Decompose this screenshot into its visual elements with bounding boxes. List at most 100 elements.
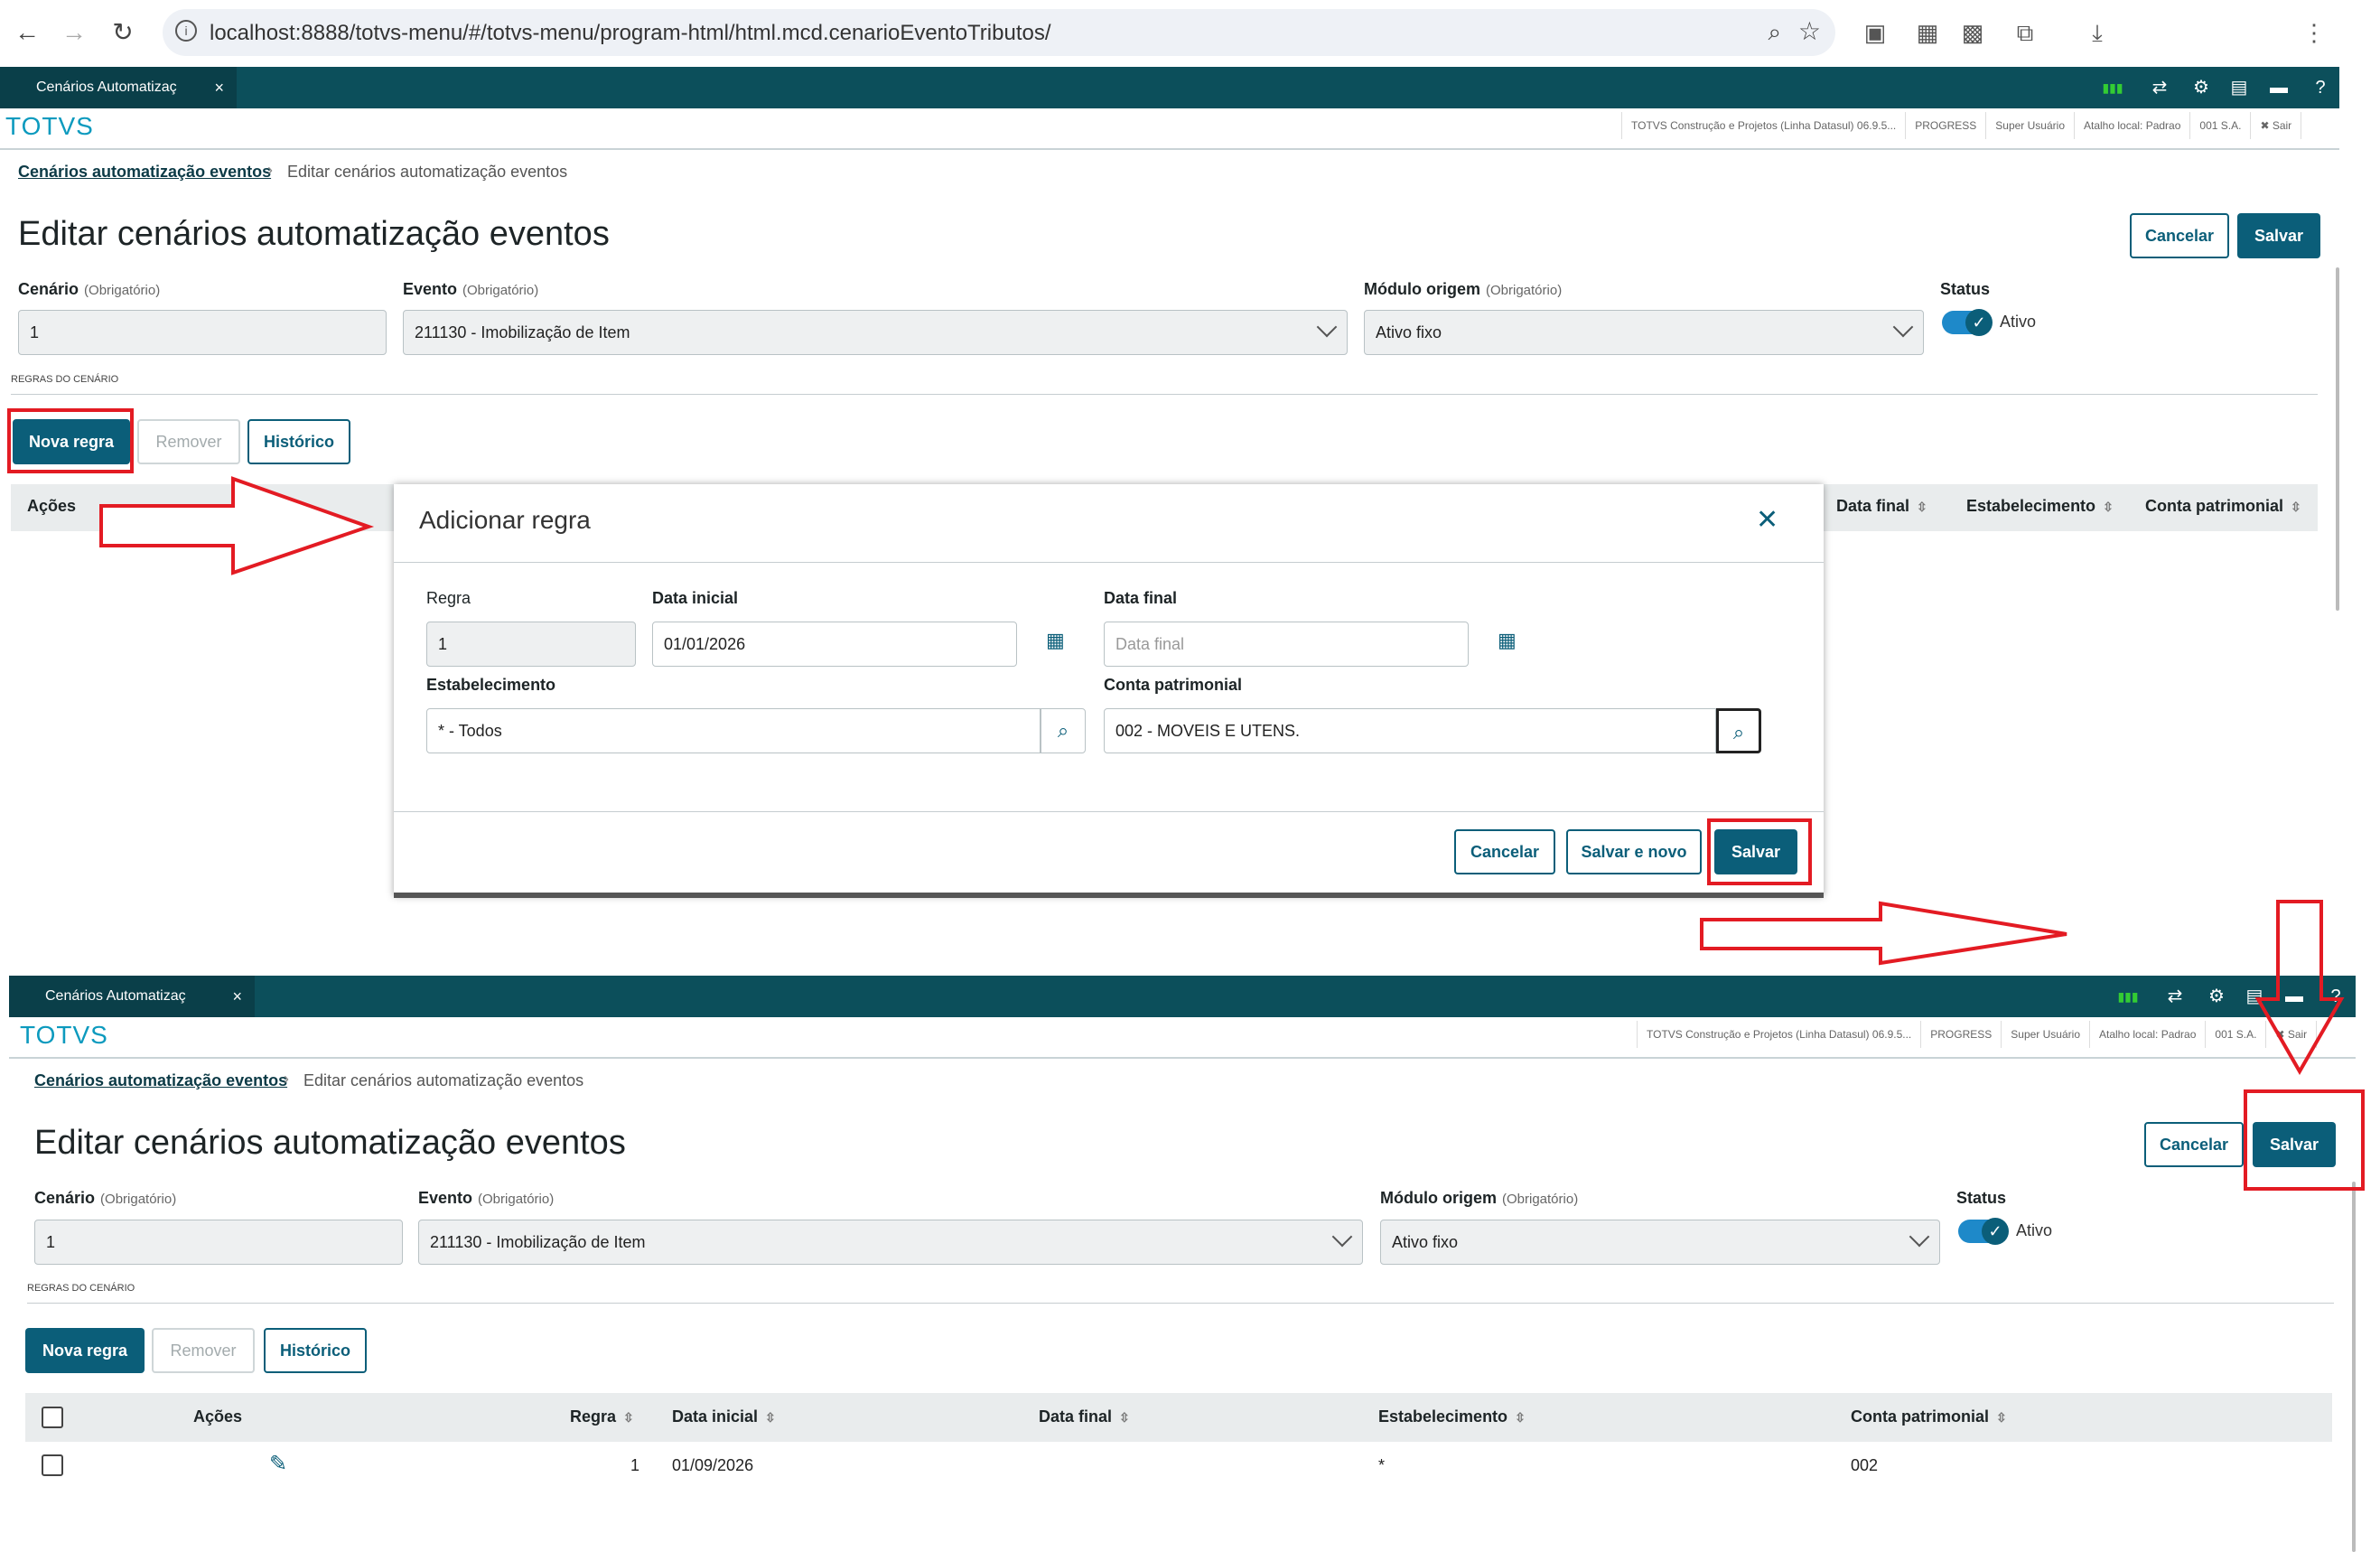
save-button[interactable]: Salvar bbox=[2237, 213, 2320, 258]
breadcrumb-current: Editar cenários automatização eventos bbox=[287, 163, 568, 181]
zoom-icon[interactable]: ⌕ bbox=[1768, 18, 1781, 47]
col-data-final[interactable]: Data final ⇳ bbox=[1039, 1407, 1130, 1426]
status-label: Status bbox=[1940, 280, 1991, 298]
shuffle-icon[interactable]: ⇄ bbox=[2163, 985, 2187, 1008]
status-toggle[interactable]: ✓ bbox=[1958, 1218, 2009, 1245]
scrollbar[interactable] bbox=[2336, 267, 2339, 611]
evento-select[interactable]: 211130 - Imobilização de Item bbox=[418, 1220, 1363, 1265]
table-row[interactable]: ✎ 1 01/09/2026 * 002 bbox=[25, 1442, 2332, 1492]
modulo-select[interactable]: Ativo fixo bbox=[1364, 310, 1924, 355]
rules-section-label: REGRAS DO CENÁRIO bbox=[11, 374, 119, 385]
bookmark-star-icon[interactable]: ☆ bbox=[1798, 16, 1821, 46]
conta-input[interactable]: 002 - MOVEIS E UTENS. bbox=[1104, 708, 1716, 753]
document-icon[interactable]: ▤ bbox=[2227, 76, 2251, 99]
close-tab-icon[interactable]: × bbox=[232, 976, 242, 1017]
arrow-right-icon bbox=[1700, 901, 2067, 966]
breadcrumb-separator: › bbox=[284, 1070, 289, 1088]
status-toggle[interactable]: ✓ bbox=[1942, 309, 1993, 336]
evento-select[interactable]: 211130 - Imobilização de Item bbox=[403, 310, 1348, 355]
app-tab[interactable]: Cenários Automatizaç × bbox=[9, 976, 255, 1017]
col-conta-patrimonial[interactable]: Conta patrimonial ⇳ bbox=[1851, 1407, 2007, 1426]
cancel-button[interactable]: Cancelar bbox=[2144, 1122, 2244, 1167]
chat-icon[interactable]: ▬ bbox=[2267, 76, 2291, 99]
chevron-down-icon bbox=[1316, 316, 1338, 338]
close-icon[interactable]: ✕ bbox=[1756, 504, 1778, 536]
modulo-select[interactable]: Ativo fixo bbox=[1380, 1220, 1940, 1265]
site-info-icon[interactable]: i bbox=[175, 20, 197, 42]
puzzle-icon[interactable]: ⧉ bbox=[2011, 18, 2039, 47]
data-inicial-input[interactable]: 01/01/2026 bbox=[652, 622, 1017, 667]
download-icon[interactable]: ⤓ bbox=[2083, 18, 2112, 47]
col-data-inicial[interactable]: Data inicial ⇳ bbox=[672, 1407, 776, 1426]
edit-pencil-icon[interactable]: ✎ bbox=[269, 1451, 287, 1477]
reload-icon[interactable]: ↻ bbox=[107, 16, 139, 49]
save-and-new-button[interactable]: Salvar e novo bbox=[1566, 829, 1702, 874]
cell-regra: 1 bbox=[630, 1456, 640, 1474]
help-icon[interactable]: ? bbox=[2309, 76, 2332, 99]
gear-icon[interactable]: ⚙ bbox=[2205, 985, 2228, 1008]
cenario-field[interactable]: 1 bbox=[18, 310, 387, 355]
history-button[interactable]: Histórico bbox=[247, 419, 350, 464]
remove-rule-button: Remover bbox=[152, 1328, 255, 1373]
modulo-label: Módulo origem (Obrigatório) bbox=[1364, 280, 1563, 298]
calendar-icon[interactable]: ▦ bbox=[1498, 629, 1517, 652]
highlight-new-rule bbox=[7, 408, 134, 473]
forward-icon[interactable]: → bbox=[58, 16, 90, 49]
user-info: Super Usuário bbox=[1986, 112, 2075, 139]
app-tab[interactable]: Cenários Automatizaç × bbox=[0, 67, 237, 108]
brand-logo: TOTVS bbox=[20, 1021, 108, 1049]
breadcrumb-parent-link[interactable]: Cenários automatização eventos bbox=[18, 163, 271, 182]
scrollbar[interactable] bbox=[2352, 1182, 2356, 1552]
url-text: localhost:8888/totvs-menu/#/totvs-menu/p… bbox=[210, 21, 1051, 45]
cenario-field[interactable]: 1 bbox=[34, 1220, 403, 1265]
db-info: PROGRESS bbox=[1906, 112, 1987, 139]
status-label: Status bbox=[1956, 1189, 2007, 1207]
translate-extension-icon[interactable]: ▦ bbox=[1913, 18, 1942, 47]
close-tab-icon[interactable]: × bbox=[214, 67, 224, 108]
modal-cancel-button[interactable]: Cancelar bbox=[1454, 829, 1555, 874]
search-icon[interactable]: ⌕ bbox=[1041, 708, 1086, 753]
menu-kebab-icon[interactable]: ⋮ bbox=[2300, 18, 2329, 47]
search-icon[interactable]: ⌕ bbox=[1716, 708, 1761, 753]
col-conta-patrimonial[interactable]: Conta patrimonial ⇳ bbox=[2145, 497, 2301, 516]
qr-extension-icon[interactable]: ▩ bbox=[1958, 18, 1987, 47]
col-regra[interactable]: Regra ⇳ bbox=[570, 1407, 634, 1426]
logout-link[interactable]: ✖ Sair bbox=[2251, 112, 2302, 139]
col-acoes: Ações bbox=[193, 1407, 243, 1426]
gear-icon[interactable]: ⚙ bbox=[2189, 76, 2213, 99]
new-rule-button[interactable]: Nova regra bbox=[25, 1328, 145, 1373]
row-checkbox[interactable] bbox=[42, 1454, 63, 1476]
product-info: TOTVS Construção e Projetos (Linha Datas… bbox=[1638, 1021, 1922, 1048]
breadcrumb-separator: › bbox=[267, 161, 273, 179]
cancel-button[interactable]: Cancelar bbox=[2130, 213, 2229, 258]
col-estabelecimento[interactable]: Estabelecimento ⇳ bbox=[1966, 497, 2114, 516]
app-tab-label: Cenários Automatizaç bbox=[45, 988, 186, 1004]
cell-data-inicial: 01/09/2026 bbox=[672, 1456, 754, 1474]
arrow-right-icon bbox=[99, 476, 375, 575]
app-header: Cenários Automatizaç × ▮▮▮ ⇄ ⚙ ▤ ▬ ? bbox=[0, 67, 2339, 108]
status-toggle-label: Ativo bbox=[2000, 313, 2037, 331]
app-tab-label: Cenários Automatizaç bbox=[36, 79, 177, 95]
conta-label: Conta patrimonial bbox=[1104, 676, 1243, 694]
calendar-icon[interactable]: ▦ bbox=[1046, 629, 1065, 652]
col-estabelecimento[interactable]: Estabelecimento ⇳ bbox=[1378, 1407, 1526, 1426]
select-all-checkbox[interactable] bbox=[42, 1407, 63, 1428]
breadcrumb-parent-link[interactable]: Cenários automatização eventos bbox=[34, 1071, 287, 1090]
col-data-final[interactable]: Data final ⇳ bbox=[1836, 497, 1927, 516]
chevron-down-icon bbox=[1909, 1226, 1930, 1248]
modal-title: Adicionar regra bbox=[419, 506, 591, 534]
regra-field[interactable]: 1 bbox=[426, 622, 636, 667]
chevron-down-icon bbox=[1892, 316, 1914, 338]
history-button[interactable]: Histórico bbox=[264, 1328, 367, 1373]
extension-icon[interactable]: ▣ bbox=[1861, 18, 1890, 47]
highlight-save bbox=[2244, 1089, 2365, 1191]
highlight-modal-save bbox=[1707, 818, 1812, 885]
data-final-label: Data final bbox=[1104, 589, 1178, 607]
shuffle-icon[interactable]: ⇄ bbox=[2148, 76, 2171, 99]
signal-icon: ▮▮▮ bbox=[2117, 989, 2139, 1004]
address-bar[interactable]: i localhost:8888/totvs-menu/#/totvs-menu… bbox=[163, 9, 1835, 56]
back-icon[interactable]: ← bbox=[11, 16, 43, 49]
signal-icon: ▮▮▮ bbox=[2102, 80, 2123, 95]
data-final-input[interactable]: Data final bbox=[1104, 622, 1469, 667]
estab-input[interactable]: * - Todos bbox=[426, 708, 1041, 753]
